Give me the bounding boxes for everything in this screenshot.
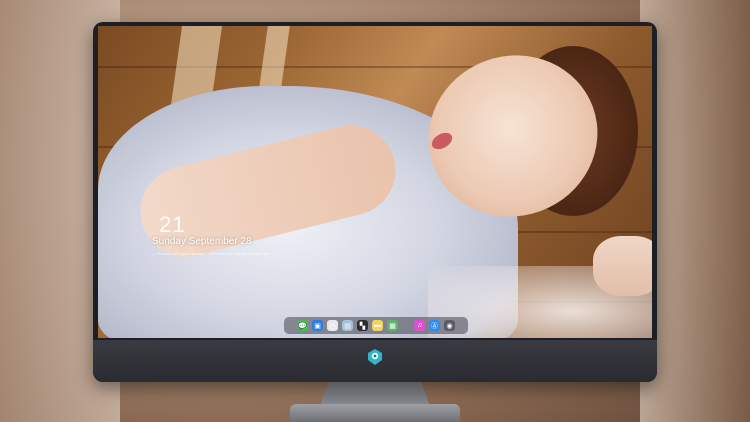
- wallpaper-hand: [593, 236, 652, 296]
- clapper-icon[interactable]: ▚: [357, 320, 368, 331]
- screen: :21 Sunday September 28 — You are not a …: [98, 26, 652, 338]
- finder-icon[interactable]: ▣: [312, 320, 323, 331]
- lockscreen-quote: — You are not a good person... not a bad…: [152, 251, 275, 256]
- itunes-icon[interactable]: ♫: [414, 320, 425, 331]
- lockscreen-info: :21 Sunday September 28 — You are not a …: [152, 212, 275, 256]
- messages-icon[interactable]: 💬: [297, 320, 308, 331]
- camera-icon[interactable]: ◉: [444, 320, 455, 331]
- clock-icon[interactable]: ◷: [327, 320, 338, 331]
- monitor-stand-neck: [320, 382, 430, 406]
- preview-icon[interactable]: ▤: [342, 320, 353, 331]
- brand-logo-icon: [368, 349, 382, 365]
- lockscreen-date: Sunday September 28: [152, 236, 252, 247]
- dock: 💬 ▣ ◷ ▤ ▚ ▬ ▦ ♫ Ⓐ ◉: [284, 317, 468, 334]
- monitor: :21 Sunday September 28 — You are not a …: [93, 22, 657, 382]
- lockscreen-time: :21: [159, 212, 186, 237]
- notes-icon[interactable]: ▬: [372, 320, 383, 331]
- monitor-chin: [93, 340, 657, 382]
- appstore-icon[interactable]: Ⓐ: [429, 320, 440, 331]
- photos-icon[interactable]: ▦: [387, 320, 398, 331]
- monitor-stand-base: [290, 404, 460, 422]
